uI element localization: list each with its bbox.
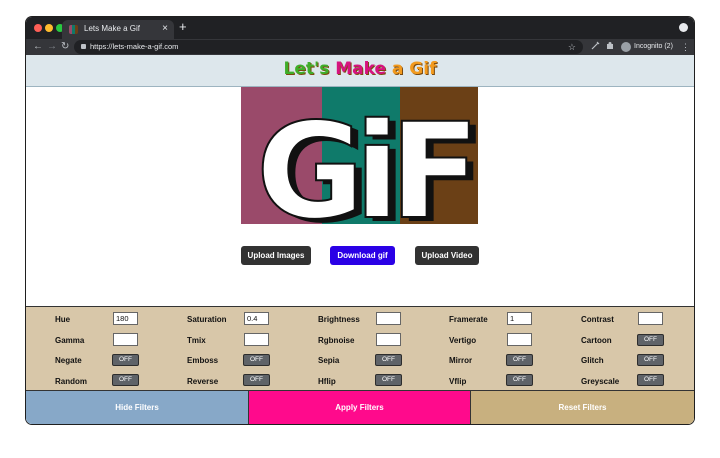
filter-toggle-random[interactable]: OFF	[112, 374, 139, 386]
filter-input-framerate[interactable]: 1	[507, 312, 532, 325]
filter-toggle-emboss[interactable]: OFF	[243, 354, 270, 366]
page-title: Let's Make a Gif	[26, 59, 694, 79]
bookmark-star-icon[interactable]: ☆	[568, 40, 576, 54]
filter-label-vertigo: Vertigo	[449, 336, 477, 345]
incognito-label[interactable]: Incognito (2)	[634, 43, 673, 50]
filter-label-mirror: Mirror	[449, 356, 473, 365]
browser-menu-icon[interactable]: ⋮	[681, 40, 690, 54]
extensions-puzzle-icon[interactable]	[606, 40, 615, 54]
filter-label-cartoon: Cartoon	[581, 336, 612, 345]
filter-label-sepia: Sepia	[318, 356, 340, 365]
filter-label-glitch: Glitch	[581, 356, 604, 365]
filter-label-negate: Negate	[55, 356, 82, 365]
filter-input-tmix[interactable]	[244, 333, 269, 346]
tab-title: Lets Make a Gif	[84, 24, 141, 33]
page-content: Let's Make a Gif GiF GiF Upload Images D…	[26, 55, 694, 424]
close-window-dot[interactable]	[34, 24, 42, 32]
filter-label-hflip: Hflip	[318, 377, 336, 386]
filter-toggle-mirror[interactable]: OFF	[506, 354, 533, 366]
filter-label-tmix: Tmix	[187, 336, 206, 345]
filter-toggle-vflip[interactable]: OFF	[506, 374, 533, 386]
upload-images-button[interactable]: Upload Images	[241, 246, 311, 265]
reload-icon[interactable]: ↻	[61, 40, 69, 54]
address-bar[interactable]: https://lets-make-a-gif.com ☆	[74, 40, 583, 54]
browser-tab-bar: Lets Make a Gif × +	[26, 17, 694, 39]
title-part-a: a	[386, 59, 404, 79]
back-icon[interactable]: ←	[33, 40, 43, 54]
filter-toggle-greyscale[interactable]: OFF	[637, 374, 664, 386]
tab-search-icon[interactable]	[679, 23, 688, 32]
filter-input-rgbnoise[interactable]	[376, 333, 401, 346]
site-header: Let's Make a Gif	[26, 55, 694, 87]
filter-label-reverse: Reverse	[187, 377, 219, 386]
filter-input-saturation[interactable]: 0.4	[244, 312, 269, 325]
hide-filters-button[interactable]: Hide Filters	[26, 390, 248, 424]
filter-toggle-sepia[interactable]: OFF	[375, 354, 402, 366]
download-gif-button[interactable]: Download gif	[330, 246, 395, 265]
filter-toggle-glitch[interactable]: OFF	[637, 354, 664, 366]
gif-preview-image: GiF GiF	[241, 87, 478, 224]
filter-label-gamma: Gamma	[55, 336, 85, 345]
filter-input-hue[interactable]: 180	[113, 312, 138, 325]
incognito-icon[interactable]	[621, 42, 631, 52]
filter-toggle-reverse[interactable]: OFF	[243, 374, 270, 386]
filter-input-brightness[interactable]	[376, 312, 401, 325]
favicon-icon	[69, 25, 78, 34]
lock-icon	[81, 44, 86, 49]
filter-label-vflip: Vflip	[449, 377, 467, 386]
filter-input-contrast[interactable]	[638, 312, 663, 325]
browser-window: Lets Make a Gif × + ← → ↻ https://lets-m…	[26, 17, 694, 424]
browser-toolbar: ← → ↻ https://lets-make-a-gif.com ☆ Inco…	[26, 39, 694, 55]
extension-pen-icon[interactable]	[591, 40, 600, 54]
close-tab-icon[interactable]: ×	[162, 22, 168, 36]
filter-toggle-cartoon[interactable]: OFF	[637, 334, 664, 346]
title-part-lets: Let's	[283, 59, 330, 79]
browser-tab[interactable]: Lets Make a Gif ×	[62, 20, 174, 39]
filter-label-emboss: Emboss	[187, 356, 219, 365]
upload-video-button[interactable]: Upload Video	[415, 246, 479, 265]
filter-label-random: Random	[55, 377, 87, 386]
filter-input-vertigo[interactable]	[507, 333, 532, 346]
gif-preview-text: GiF	[256, 95, 470, 224]
filter-toggle-hflip[interactable]: OFF	[375, 374, 402, 386]
filter-label-greyscale: Greyscale	[581, 377, 620, 386]
reset-filters-button[interactable]: Reset Filters	[471, 390, 694, 424]
title-part-gif: Gif	[403, 59, 437, 79]
filter-label-contrast: Contrast	[581, 315, 614, 324]
filter-label-rgbnoise: Rgbnoise	[318, 336, 355, 345]
filter-input-gamma[interactable]	[113, 333, 138, 346]
forward-icon[interactable]: →	[47, 40, 57, 54]
title-part-make: Make	[329, 59, 386, 79]
filter-label-hue: Hue	[55, 315, 71, 324]
new-tab-button[interactable]: +	[179, 20, 187, 34]
filter-label-brightness: Brightness	[318, 315, 360, 324]
minimize-window-dot[interactable]	[45, 24, 53, 32]
filter-toggle-negate[interactable]: OFF	[112, 354, 139, 366]
filters-panel: Hue 180 Saturation 0.4 Brightness Framer…	[26, 306, 694, 390]
url-text[interactable]: https://lets-make-a-gif.com	[90, 42, 178, 51]
filter-label-saturation: Saturation	[187, 315, 227, 324]
apply-filters-button[interactable]: Apply Filters	[248, 390, 471, 424]
filter-label-framerate: Framerate	[449, 315, 488, 324]
